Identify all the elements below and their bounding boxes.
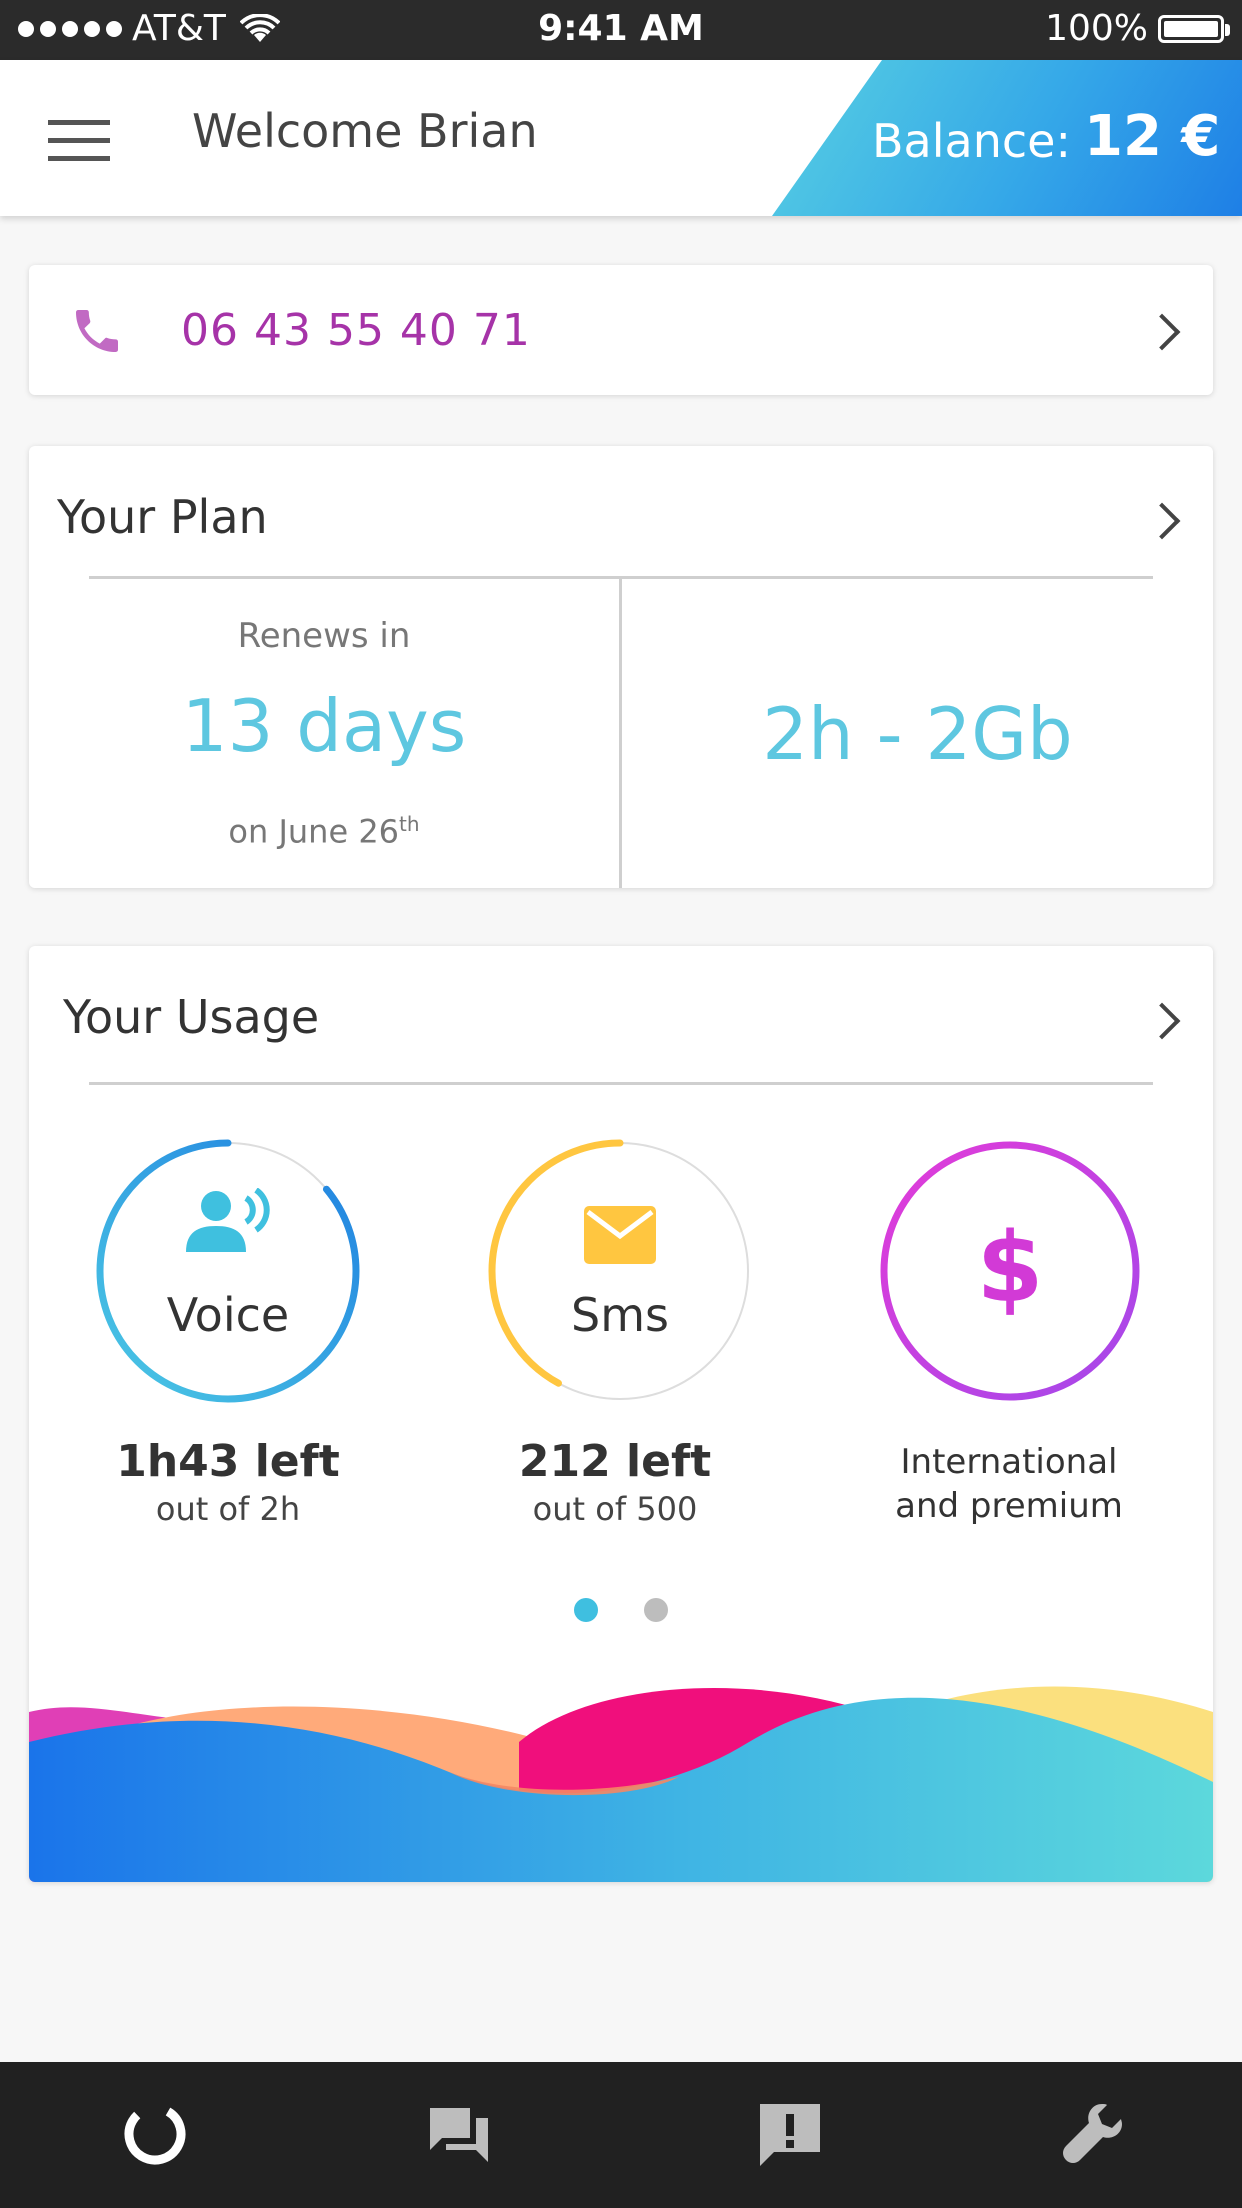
renews-date: on June 26th (29, 812, 619, 851)
settings-wrench-icon[interactable] (1056, 2094, 1136, 2174)
phone-number: 06 43 55 40 71 (181, 305, 531, 356)
page-dot-active[interactable] (574, 1598, 598, 1622)
battery-percent: 100% (1045, 8, 1148, 49)
plan-allowance: 2h - 2Gb (762, 692, 1073, 776)
page-indicator[interactable] (29, 1598, 1213, 1622)
sms-total: out of 500 (532, 1490, 698, 1528)
international-line1: International (900, 1442, 1118, 1482)
sms-ring (488, 1139, 752, 1403)
phone-number-card[interactable]: 06 43 55 40 71 (29, 265, 1213, 395)
renews-label: Renews in (237, 616, 411, 656)
status-bar: AT&T 9:41 AM 100% (0, 0, 1242, 60)
page-dot[interactable] (644, 1598, 668, 1622)
voice-total: out of 2h (155, 1490, 301, 1528)
status-right: 100% (1045, 8, 1230, 49)
app-header: Welcome Brian Balance: 12 € (0, 60, 1242, 216)
renews-date-suffix: th (399, 812, 420, 836)
plan-title: Your Plan (57, 490, 268, 544)
alert-icon[interactable] (750, 2094, 830, 2174)
sms-gauge[interactable]: Sms (485, 1136, 755, 1406)
international-gauge[interactable]: $ (875, 1136, 1145, 1406)
decorative-waves (29, 1686, 1213, 1882)
balance-label: Balance: (872, 114, 1071, 168)
messages-icon[interactable] (420, 2094, 500, 2174)
balance-value: 12 € (1084, 104, 1221, 169)
chevron-right-icon[interactable] (1143, 502, 1181, 540)
battery-icon (1158, 14, 1230, 43)
plan-card[interactable]: Your Plan Renews in 13 days on June 26th… (29, 446, 1213, 888)
envelope-icon (584, 1206, 656, 1264)
divider (89, 1082, 1153, 1085)
chevron-right-icon[interactable] (1143, 1002, 1181, 1040)
welcome-title: Welcome Brian (192, 104, 538, 158)
voice-left: 1h43 left (116, 1436, 340, 1487)
voice-ring (96, 1139, 360, 1403)
renews-days: 13 days (181, 684, 467, 768)
balance-badge[interactable]: Balance: 12 € (772, 60, 1242, 216)
sms-label: Sms (571, 1288, 669, 1342)
dashboard-icon[interactable] (115, 2094, 195, 2174)
phone-icon (76, 310, 118, 352)
voice-progress-arc (96, 1139, 360, 1403)
sms-progress-arc (488, 1139, 752, 1403)
international-line2: and premium (895, 1486, 1123, 1526)
bottom-tab-bar (0, 2062, 1242, 2208)
renews-date-text: on June 26 (228, 812, 400, 851)
voice-gauge[interactable]: Voice (93, 1136, 363, 1406)
hamburger-menu-icon[interactable] (48, 120, 110, 164)
usage-card: Your Usage Voice 1h43 left out of 2h Sms… (29, 946, 1213, 1882)
voice-label: Voice (166, 1288, 290, 1342)
dollar-icon: $ (976, 1212, 1044, 1324)
voice-person-icon (186, 1188, 270, 1252)
usage-title: Your Usage (63, 990, 320, 1044)
sms-left: 212 left (518, 1436, 712, 1487)
chevron-right-icon[interactable] (1143, 313, 1181, 351)
international-text: International and premium (829, 1440, 1189, 1528)
